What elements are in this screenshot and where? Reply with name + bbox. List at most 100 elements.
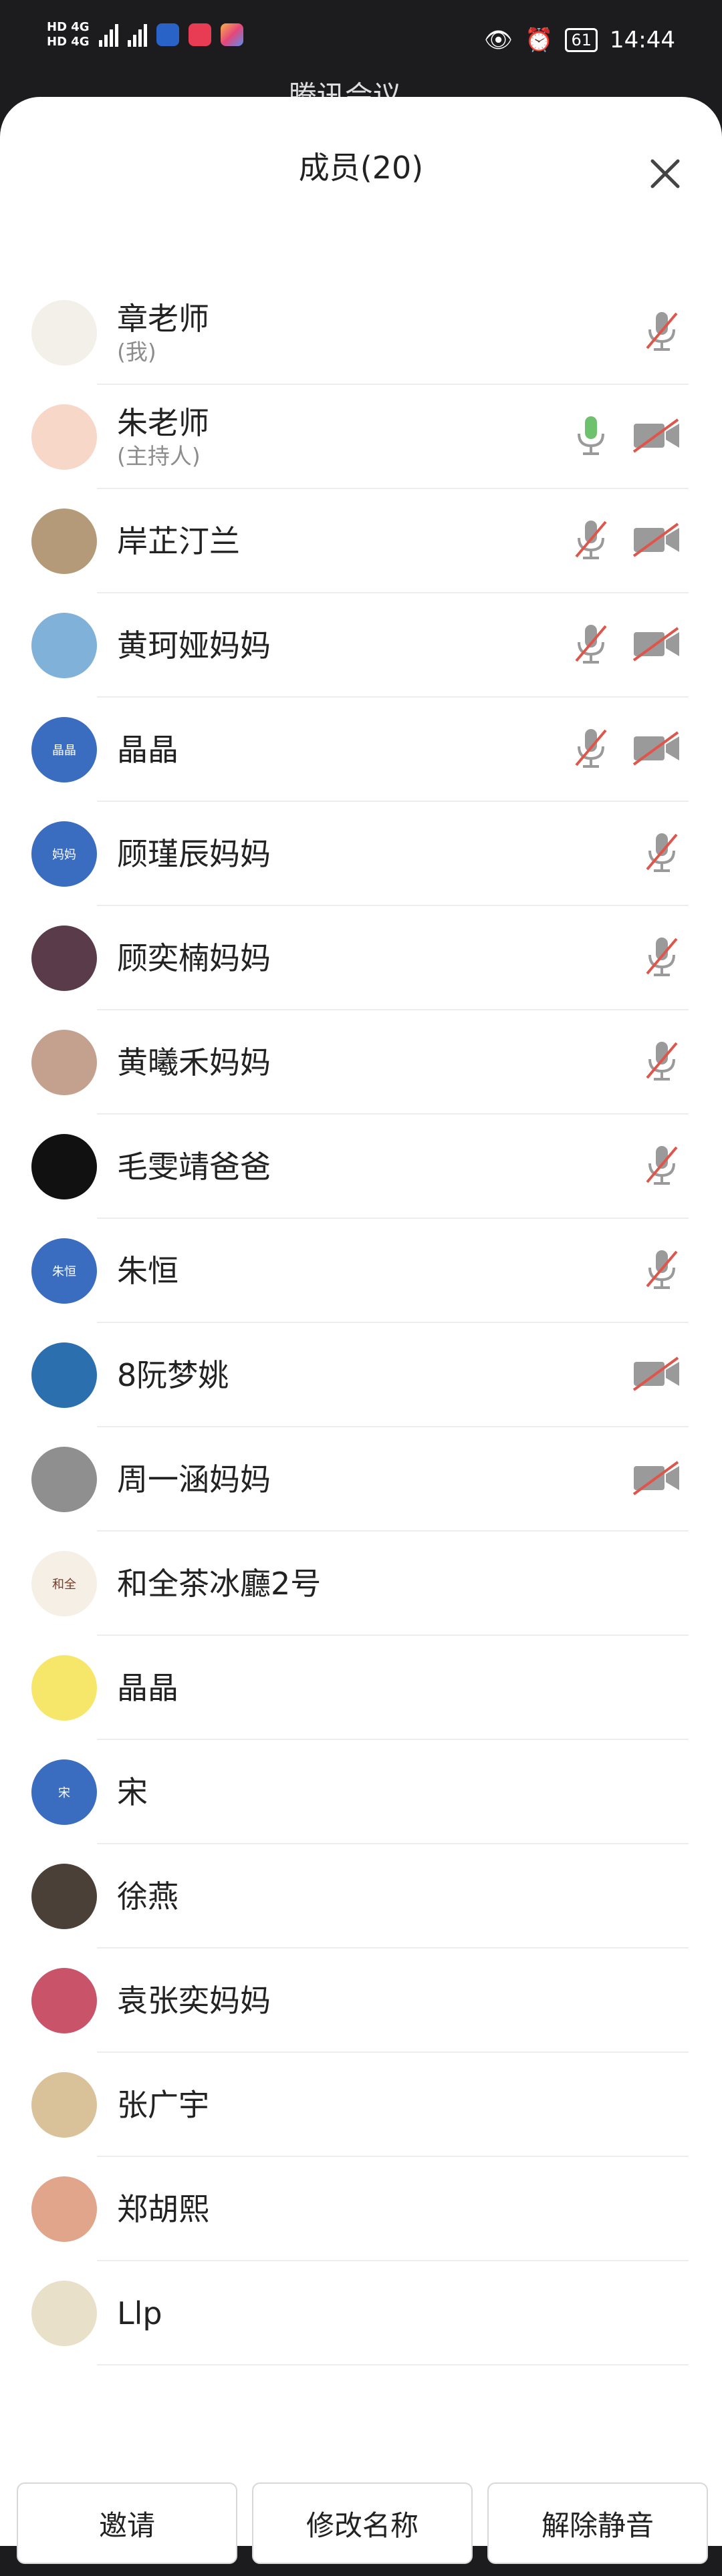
member-info: 朱老师 (主持人) — [117, 385, 209, 489]
camera-off-icon[interactable] — [631, 624, 682, 667]
member-row[interactable]: 和全 和全茶冰廳2号 — [0, 1532, 722, 1636]
microphone-muted-icon[interactable] — [642, 1142, 682, 1191]
member-name: 朱恒 — [117, 1253, 178, 1289]
member-row[interactable]: 黄珂娅妈妈 — [0, 593, 722, 698]
member-row[interactable]: 章老师 (我) — [0, 281, 722, 385]
member-row[interactable]: 晶晶 — [0, 1636, 722, 1740]
member-name: 宋 — [117, 1774, 148, 1810]
member-status-icons — [631, 1456, 682, 1503]
member-name: 顾奕楠妈妈 — [117, 940, 271, 976]
signal-icon-2 — [127, 23, 147, 47]
avatar — [31, 1134, 97, 1199]
member-row[interactable]: 晶晶 晶晶 — [0, 698, 722, 802]
member-status-icons — [631, 1352, 682, 1399]
member-row[interactable]: 妈妈 顾瑾辰妈妈 — [0, 802, 722, 906]
member-info: 和全茶冰廳2号 — [117, 1532, 321, 1636]
microphone-muted-icon[interactable] — [642, 1246, 682, 1296]
avatar — [31, 300, 97, 366]
member-row[interactable]: 岸芷汀兰 — [0, 489, 722, 593]
avatar — [31, 1447, 97, 1512]
member-name: 朱老师 — [117, 405, 209, 441]
member-row[interactable]: 毛雯靖爸爸 — [0, 1115, 722, 1219]
unmute-button[interactable]: 解除静音 — [487, 2482, 708, 2564]
battery-indicator: 61 — [565, 28, 598, 52]
avatar — [31, 1655, 97, 1721]
member-name: 黄曦禾妈妈 — [117, 1044, 271, 1081]
member-status-icons — [642, 1248, 682, 1294]
member-name: 晶晶 — [117, 732, 178, 768]
invite-button[interactable]: 邀请 — [17, 2482, 237, 2564]
avatar — [31, 1342, 97, 1408]
member-status-icons — [642, 1039, 682, 1086]
clock-time: 14:44 — [610, 27, 675, 53]
member-row[interactable]: 徐燕 — [0, 1844, 722, 1949]
microphone-muted-icon[interactable] — [571, 517, 611, 566]
member-name: Llp — [117, 2295, 162, 2331]
member-row[interactable]: Llp — [0, 2261, 722, 2366]
member-row[interactable]: 朱恒 朱恒 — [0, 1219, 722, 1323]
member-info: 晶晶 — [117, 1636, 178, 1740]
signal-icon — [98, 23, 118, 47]
member-row[interactable]: 张广宇 — [0, 2053, 722, 2157]
avatar — [31, 404, 97, 470]
member-info: 宋 — [117, 1740, 148, 1844]
microphone-icon[interactable] — [571, 412, 611, 462]
microphone-muted-icon[interactable] — [571, 621, 611, 670]
bottom-actions: 邀请 修改名称 解除静音 — [0, 2482, 722, 2576]
member-list: 章老师 (我) 朱老师 (主持人) 岸芷汀兰 黄珂娅妈妈 晶晶 晶晶 妈妈 顾瑾辰妈妈 顾奕楠妈妈黄… — [0, 281, 722, 2366]
member-row[interactable]: 袁张奕妈妈 — [0, 1949, 722, 2053]
member-info: 徐燕 — [117, 1844, 178, 1949]
microphone-muted-icon[interactable] — [642, 934, 682, 983]
member-status-icons — [642, 309, 682, 356]
camera-off-icon[interactable] — [631, 1354, 682, 1397]
member-row[interactable]: 周一涵妈妈 — [0, 1427, 722, 1532]
microphone-muted-icon[interactable] — [642, 829, 682, 879]
member-row[interactable]: 宋宋 — [0, 1740, 722, 1844]
avatar — [31, 1968, 97, 2033]
divider — [97, 2364, 689, 2366]
status-left: HD 4G HD 4G — [47, 20, 243, 49]
member-status-icons — [642, 935, 682, 982]
member-row[interactable]: 8阮梦姚 — [0, 1323, 722, 1427]
member-status-icons — [571, 414, 682, 460]
member-status-icons — [642, 1143, 682, 1190]
camera-off-icon[interactable] — [631, 1458, 682, 1501]
member-info: 黄珂娅妈妈 — [117, 593, 271, 698]
member-info: 朱恒 — [117, 1219, 178, 1323]
network-b: HD 4G — [47, 35, 90, 49]
member-name: 黄珂娅妈妈 — [117, 627, 271, 664]
close-icon[interactable] — [647, 156, 683, 192]
camera-off-icon[interactable] — [631, 416, 682, 458]
member-name: 岸芷汀兰 — [117, 523, 240, 559]
member-info: 黄曦禾妈妈 — [117, 1010, 271, 1115]
member-row[interactable]: 郑胡熙 — [0, 2157, 722, 2261]
camera-off-icon[interactable] — [631, 520, 682, 563]
camera-off-icon[interactable] — [631, 728, 682, 771]
member-row[interactable]: 顾奕楠妈妈 — [0, 906, 722, 1010]
network-indicator: HD 4G HD 4G — [47, 20, 90, 49]
avatar — [31, 1030, 97, 1095]
microphone-muted-icon[interactable] — [571, 725, 611, 774]
rename-button[interactable]: 修改名称 — [252, 2482, 473, 2564]
microphone-muted-icon[interactable] — [642, 308, 682, 357]
member-name: 郑胡熙 — [117, 2191, 209, 2227]
member-row[interactable]: 黄曦禾妈妈 — [0, 1010, 722, 1115]
member-name: 晶晶 — [117, 1670, 178, 1706]
app-icon-3 — [220, 23, 243, 46]
microphone-muted-icon[interactable] — [642, 1038, 682, 1087]
member-role: (主持人) — [117, 443, 201, 469]
app-icon-2 — [188, 23, 211, 46]
member-info: 毛雯靖爸爸 — [117, 1115, 271, 1219]
member-info: 周一涵妈妈 — [117, 1427, 271, 1532]
member-info: 8阮梦姚 — [117, 1323, 229, 1427]
avatar — [31, 2176, 97, 2242]
eye-icon: 👁 — [483, 27, 513, 53]
member-status-icons — [642, 831, 682, 877]
member-name: 和全茶冰廳2号 — [117, 1566, 322, 1602]
app-icon-1 — [156, 23, 179, 46]
member-row[interactable]: 朱老师 (主持人) — [0, 385, 722, 489]
avatar — [31, 925, 97, 991]
member-name: 章老师 — [117, 301, 209, 337]
member-info: 章老师 (我) — [117, 281, 209, 385]
member-info: 袁张奕妈妈 — [117, 1949, 271, 2053]
